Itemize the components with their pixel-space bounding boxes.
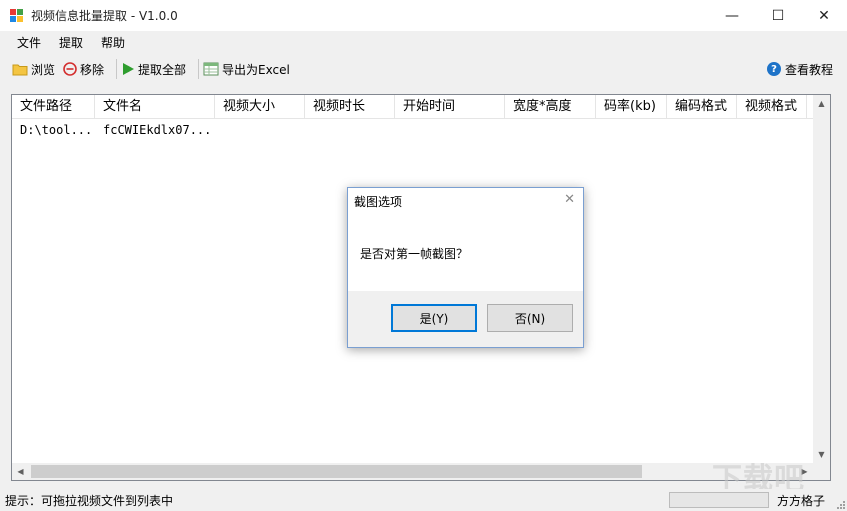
dialog-footer: 是(Y) 否(N) bbox=[348, 291, 583, 347]
app-icon bbox=[10, 8, 24, 23]
list-header: 文件路径 文件名 视频大小 视频时长 开始时间 宽度*高度 码率(kb) 编码格… bbox=[12, 95, 830, 119]
toolbar: 浏览 移除 提取全部 导出为Excel ? 查看教程 bbox=[0, 55, 847, 83]
help-icon: ? bbox=[766, 62, 781, 76]
column-header-bitrate[interactable]: 码率(kb) bbox=[596, 95, 667, 119]
horizontal-scroll-thumb[interactable] bbox=[31, 465, 642, 478]
status-brand: 方方格子 bbox=[777, 494, 826, 508]
column-header-path[interactable]: 文件路径 bbox=[12, 95, 95, 119]
column-header-video-format[interactable]: 视频格式 bbox=[737, 95, 807, 119]
remove-icon bbox=[63, 62, 77, 76]
horizontal-scrollbar[interactable]: ◀ ▶ bbox=[12, 463, 830, 480]
screenshot-options-dialog: 截图选项 ✕ 是否对第一帧截图？ 是(Y) 否(N) bbox=[347, 187, 584, 348]
toolbar-separator bbox=[198, 59, 200, 79]
table-row[interactable]: D:\tool... fcCWIEkdlx07... bbox=[12, 120, 215, 140]
scroll-down-arrow[interactable]: ▼ bbox=[813, 446, 830, 463]
dialog-close-icon[interactable]: ✕ bbox=[564, 192, 575, 207]
remove-label: 移除 bbox=[80, 62, 105, 77]
tutorial-button[interactable]: ? 查看教程 bbox=[766, 58, 833, 80]
scroll-left-arrow[interactable]: ◀ bbox=[12, 463, 29, 480]
toolbar-separator bbox=[116, 59, 118, 79]
no-button[interactable]: 否(N) bbox=[487, 304, 573, 332]
folder-icon bbox=[12, 64, 28, 76]
cell-filename: fcCWIEkdlx07... bbox=[103, 123, 212, 137]
menu-bar: 文件 提取 帮助 bbox=[0, 31, 847, 55]
title-bar: 视频信息批量提取 - V1.0.0 — ☐ ✕ bbox=[0, 0, 847, 31]
status-bar: 提示：可拖拉视频文件到列表中 方方格子 bbox=[0, 489, 847, 511]
window-title: 视频信息批量提取 - V1.0.0 bbox=[31, 9, 178, 23]
menu-help[interactable]: 帮助 bbox=[92, 31, 134, 55]
status-progress-bar bbox=[669, 492, 769, 508]
yes-button[interactable]: 是(Y) bbox=[391, 304, 477, 332]
column-header-start-time[interactable]: 开始时间 bbox=[395, 95, 505, 119]
cell-path: D:\tool... bbox=[20, 123, 93, 137]
export-excel-button[interactable]: 导出为Excel bbox=[203, 58, 294, 80]
maximize-button[interactable]: ☐ bbox=[755, 0, 801, 31]
browse-label: 浏览 bbox=[31, 62, 56, 77]
extract-all-button[interactable]: 提取全部 bbox=[121, 58, 190, 80]
column-header-resolution[interactable]: 宽度*高度 bbox=[505, 95, 596, 119]
status-hint: 提示：可拖拉视频文件到列表中 bbox=[5, 494, 174, 508]
vertical-scrollbar[interactable]: ▲ ▼ bbox=[813, 95, 830, 463]
column-header-filename[interactable]: 文件名 bbox=[95, 95, 215, 119]
export-excel-label: 导出为Excel bbox=[222, 62, 290, 77]
dialog-title: 截图选项 bbox=[354, 195, 403, 209]
menu-extract[interactable]: 提取 bbox=[50, 31, 92, 55]
extract-all-label: 提取全部 bbox=[138, 62, 187, 77]
scrollbar-corner bbox=[813, 463, 830, 480]
dialog-message: 是否对第一帧截图？ bbox=[360, 247, 469, 261]
menu-file[interactable]: 文件 bbox=[8, 31, 50, 55]
browse-button[interactable]: 浏览 bbox=[12, 58, 59, 80]
minimize-button[interactable]: — bbox=[709, 0, 755, 31]
column-header-duration[interactable]: 视频时长 bbox=[305, 95, 395, 119]
close-button[interactable]: ✕ bbox=[801, 0, 847, 31]
column-header-codec[interactable]: 编码格式 bbox=[667, 95, 737, 119]
remove-button[interactable]: 移除 bbox=[63, 58, 108, 80]
column-header-size[interactable]: 视频大小 bbox=[215, 95, 305, 119]
excel-icon bbox=[203, 62, 219, 76]
tutorial-label: 查看教程 bbox=[784, 62, 833, 77]
resize-grip-icon[interactable] bbox=[835, 499, 845, 509]
play-icon bbox=[123, 63, 135, 75]
scroll-up-arrow[interactable]: ▲ bbox=[813, 95, 830, 112]
